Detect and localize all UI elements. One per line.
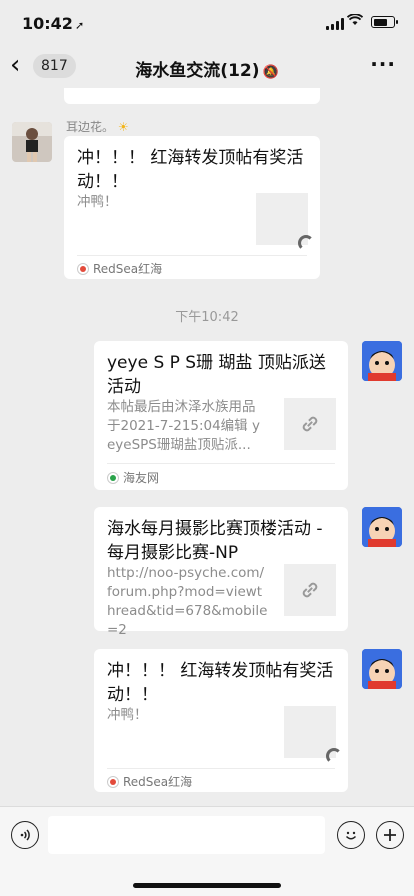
message-text-input[interactable] [48, 816, 325, 854]
source-name: RedSea红海 [93, 262, 163, 276]
wifi-icon [346, 13, 364, 30]
avatar[interactable] [362, 341, 402, 381]
card-source: 海友网 [107, 469, 159, 486]
link-card[interactable]: 冲！！！ 红海转发顶帖有奖活动！！ 冲鸭！ RedSea红海 [64, 136, 320, 279]
card-description: http://noo-psyche.com/forum.php?mod=view… [107, 565, 268, 638]
avatar[interactable] [362, 649, 402, 689]
message-input-bar [0, 806, 414, 896]
avatar[interactable] [12, 122, 52, 162]
chat-title-text: 海水鱼交流(12) [135, 61, 260, 81]
card-title: yeye S P S珊 瑚盐 顶贴派送活动 [107, 353, 326, 397]
card-description: 冲鸭！ [107, 707, 148, 723]
source-logo-icon [107, 471, 119, 484]
source-logo-icon [107, 775, 119, 788]
source-name: RedSea红海 [123, 775, 193, 789]
card-source: RedSea红海 [107, 773, 192, 790]
mute-bell-icon: 🔕 [262, 65, 279, 80]
sender-name: 耳边花。 ☀ [66, 118, 129, 135]
chat-message-list[interactable]: 耳边花。 ☀ 冲！！！ 红海转发顶帖有奖活动！！ 冲鸭！ RedSea红海 下午… [0, 88, 414, 806]
voice-input-icon[interactable] [11, 821, 39, 849]
link-icon [284, 564, 336, 616]
avatar[interactable] [362, 507, 402, 547]
chat-title: 海水鱼交流(12) 🔕 [0, 56, 414, 81]
sender-name-text: 耳边花。 [66, 120, 115, 134]
more-options-icon[interactable]: ··· [370, 52, 396, 76]
card-description: 本帖最后由沐泽水族用品于2021-7-215:04编辑 yeyeSPS珊瑚盐顶贴… [107, 399, 260, 453]
card-divider [77, 255, 307, 256]
cellular-signal-icon [326, 18, 344, 30]
card-divider [107, 463, 335, 464]
source-name: 海友网 [123, 471, 160, 485]
sun-icon: ☀ [117, 120, 129, 134]
add-more-icon[interactable] [376, 821, 404, 849]
status-time-text: 10:42 [22, 14, 73, 33]
status-time: 10:42 ➚ [22, 14, 84, 33]
link-icon [284, 398, 336, 450]
home-indicator[interactable] [133, 883, 281, 888]
card-thumbnail [256, 193, 314, 251]
message-timestamp: 下午10:42 [175, 310, 239, 325]
link-card[interactable]: 海水每月摄影比赛顶楼活动 - 每月摄影比赛-NP http://noo-psyc… [94, 507, 348, 638]
link-card[interactable]: yeye S P S珊 瑚盐 顶贴派送活动 本帖最后由沐泽水族用品于2021-7… [94, 341, 348, 490]
card-divider [107, 768, 335, 769]
previous-message-card[interactable] [64, 88, 320, 104]
emoji-icon[interactable] [337, 821, 365, 849]
battery-icon [371, 16, 398, 28]
card-thumbnail [284, 706, 342, 764]
card-source: RedSea红海 [77, 260, 162, 277]
status-bar: 10:42 ➚ [0, 0, 414, 44]
card-description: 冲鸭！ [77, 194, 118, 210]
source-logo-icon [77, 262, 89, 275]
card-title: 海水每月摄影比赛顶楼活动 - 每月摄影比赛-NP [107, 519, 323, 563]
card-title: 冲！！！ 红海转发顶帖有奖活动！！ [107, 661, 334, 705]
location-arrow-icon: ➚ [74, 19, 85, 32]
card-title: 冲！！！ 红海转发顶帖有奖活动！！ [77, 148, 304, 192]
chat-header: ‹ 817 海水鱼交流(12) 🔕 ··· [0, 44, 414, 88]
link-card[interactable]: 冲！！！ 红海转发顶帖有奖活动！！ 冲鸭！ RedSea红海 [94, 649, 348, 792]
